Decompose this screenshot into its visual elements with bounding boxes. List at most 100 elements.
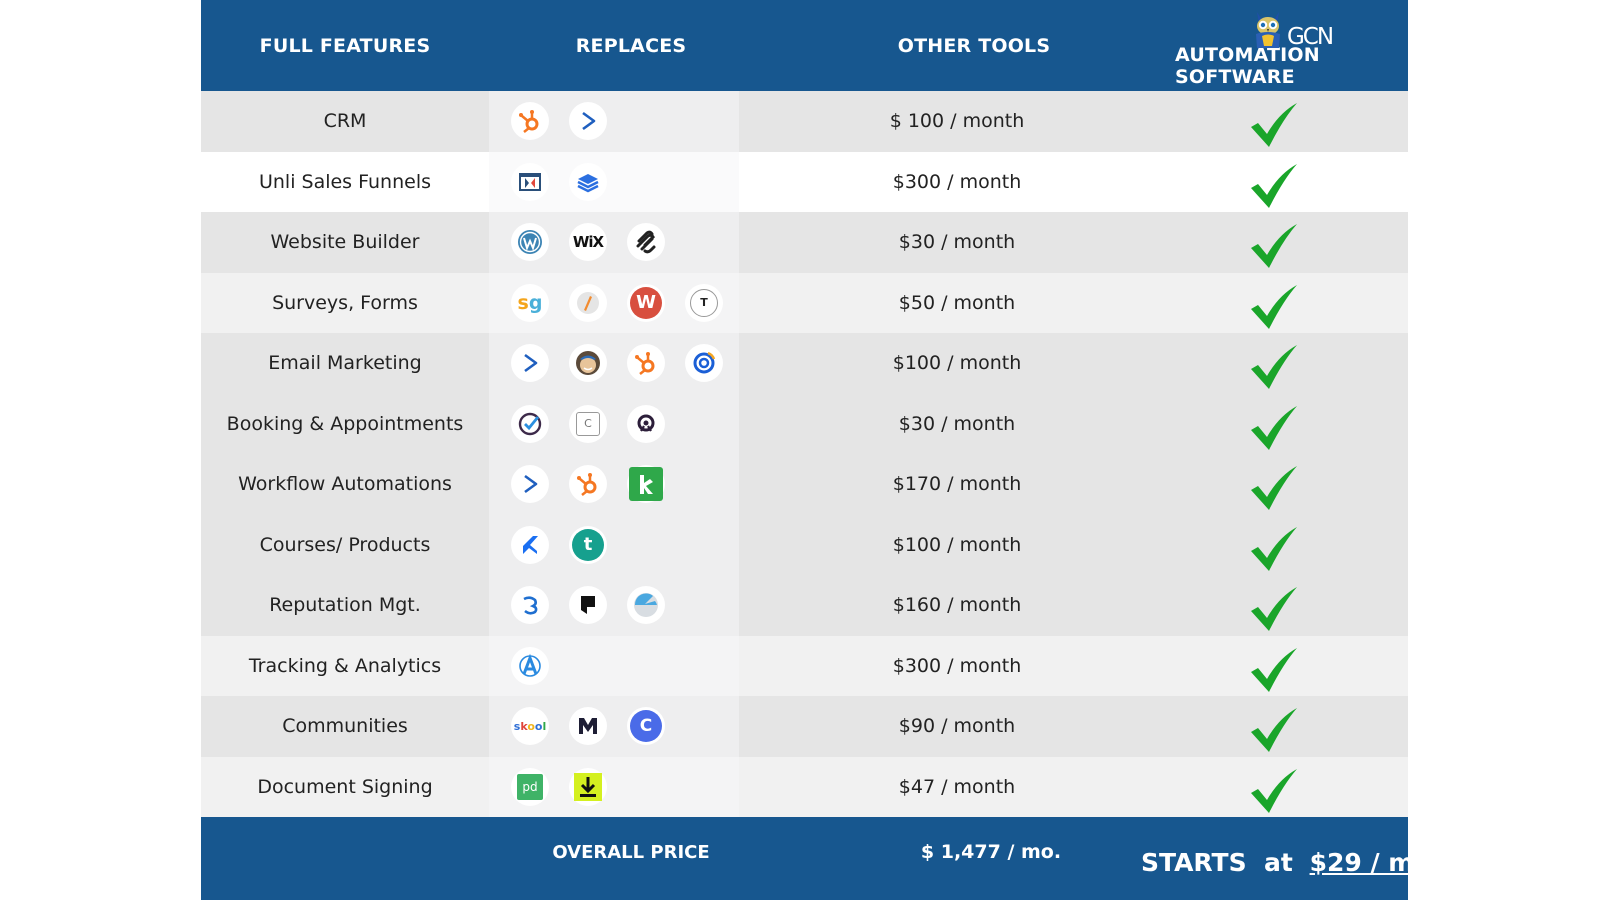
included-checkmark-icon [1141,154,1408,210]
podium-icon [569,586,607,625]
kajabi-icon [511,525,549,564]
other-tools-price: $300 / month [892,654,1022,677]
replaced-tools [489,333,739,394]
keap-icon [627,465,665,504]
docusign-download-icon [569,767,607,806]
feature-name: Booking & Appointments [226,412,464,435]
replaced-tools: WiX [489,212,739,273]
starts-prefix: STARTS at [1140,847,1302,877]
other-tools-price: $90 / month [898,715,1016,738]
other-tools-price: $47 / month [898,775,1016,798]
mailchimp-icon [569,344,607,383]
clickfunnels-icon [511,162,549,201]
skool-icon: skool [511,707,549,746]
feature-name: Surveys, Forms [272,291,418,314]
circle-icon: C [627,707,665,746]
table-row: Reputation Mgt. $160 / month [201,575,1408,636]
other-tools-price: $160 / month [892,594,1022,617]
analytics-icon [511,646,549,685]
other-tools-price: $50 / month [898,291,1016,314]
jotform-pencil-icon [569,283,607,322]
hubspot-icon [511,102,549,141]
wix-icon: WiX [569,223,607,262]
header-other-tools: OTHER TOOLS [897,34,1051,57]
feature-name: Workflow Automations [238,473,452,496]
feature-name: Courses/ Products [259,533,431,556]
table-row: Email Marketing $100 / month [201,333,1408,394]
other-tools-price: $30 / month [898,231,1016,254]
feature-name: Email Marketing [268,352,422,375]
wordpress-icon [511,223,549,262]
included-checkmark-icon [1141,93,1408,149]
feature-name: Tracking & Analytics [248,654,442,677]
header-full-features: FULL FEATURES [259,34,431,57]
table-row: Document Signing pd $47 / month [201,756,1408,817]
replaced-tools [489,635,739,696]
included-checkmark-icon [1141,517,1408,573]
birdeye-icon [511,586,549,625]
squarespace-icon [627,223,665,262]
table-row: Tracking & Analytics $300 / month [201,635,1408,696]
starts-price-link[interactable]: $29 / mo. [1310,848,1441,877]
feature-name: Document Signing [257,775,433,798]
mighty-networks-icon [569,707,607,746]
hubspot-icon [627,344,665,383]
activecampaign-icon [569,102,607,141]
table-row: Workflow Automations $170 / month [201,454,1408,515]
feature-name: Website Builder [270,231,420,254]
replaced-tools: skool C [489,696,739,757]
pricing-comparison-table: FULL FEATURES REPLACES OTHER TOOLS GCN A… [201,0,1441,900]
calendly-icon: C [569,404,607,443]
table-row: Communities skool C $90 / month [201,696,1408,757]
header-automation-software: GCN AUTOMATION SOFTWARE [1175,0,1408,91]
teachable-icon: t [569,525,607,564]
feature-name: Communities [282,715,408,738]
typeform-icon: T [685,283,723,322]
included-checkmark-icon [1141,456,1408,512]
surveygizmo-icon: sg [511,283,549,322]
feature-name: CRM [323,110,367,133]
replaced-tools: t [489,514,739,575]
activecampaign-icon [511,465,549,504]
leadpages-icon [569,162,607,201]
table-row: Booking & Appointments C $30 / month [201,393,1408,454]
included-checkmark-icon [1141,396,1408,452]
pandadoc-icon: pd [511,767,549,806]
replaced-tools [489,575,739,636]
replaced-tools: C [489,393,739,454]
included-checkmark-icon [1141,577,1408,633]
other-tools-price: $ 100 / month [889,110,1025,133]
table-row: Surveys, Forms sg W T $50 / month [201,272,1408,333]
table-row: Unli Sales Funnels $300 / month [201,151,1408,212]
replaced-tools: pd [489,756,739,817]
included-checkmark-icon [1141,638,1408,694]
other-tools-price: $170 / month [892,473,1022,496]
scheduleonce-icon [627,404,665,443]
acuity-icon [511,404,549,443]
overall-price-label: OVERALL PRICE [552,841,710,863]
replaced-tools [489,151,739,212]
automation-software-label: AUTOMATION SOFTWARE [1175,43,1320,88]
starts-at-price: STARTS at $29 / mo. [1081,837,1501,887]
feature-name: Unli Sales Funnels [258,170,432,193]
header-replaces: REPLACES [575,34,687,57]
replaced-tools [489,454,739,515]
included-checkmark-icon [1141,698,1408,754]
included-checkmark-icon [1141,759,1408,815]
table-row: CRM $ 100 / month [201,91,1408,152]
constant-contact-icon [685,344,723,383]
other-tools-price: $300 / month [892,170,1022,193]
grade-us-icon [627,586,665,625]
activecampaign-icon [511,344,549,383]
table-footer: OVERALL PRICE $ 1,477 / mo. STARTS at $2… [201,817,1441,900]
table-row: Website Builder WiX $30 / month [201,212,1408,273]
other-tools-price: $100 / month [892,533,1022,556]
hubspot-icon [569,465,607,504]
replaced-tools [489,91,739,152]
included-checkmark-icon [1141,275,1408,331]
table-header: FULL FEATURES REPLACES OTHER TOOLS GCN A… [201,0,1408,91]
included-checkmark-icon [1141,214,1408,270]
other-tools-price: $30 / month [898,412,1016,435]
wufoo-icon: W [627,283,665,322]
replaced-tools: sg W T [489,272,739,333]
